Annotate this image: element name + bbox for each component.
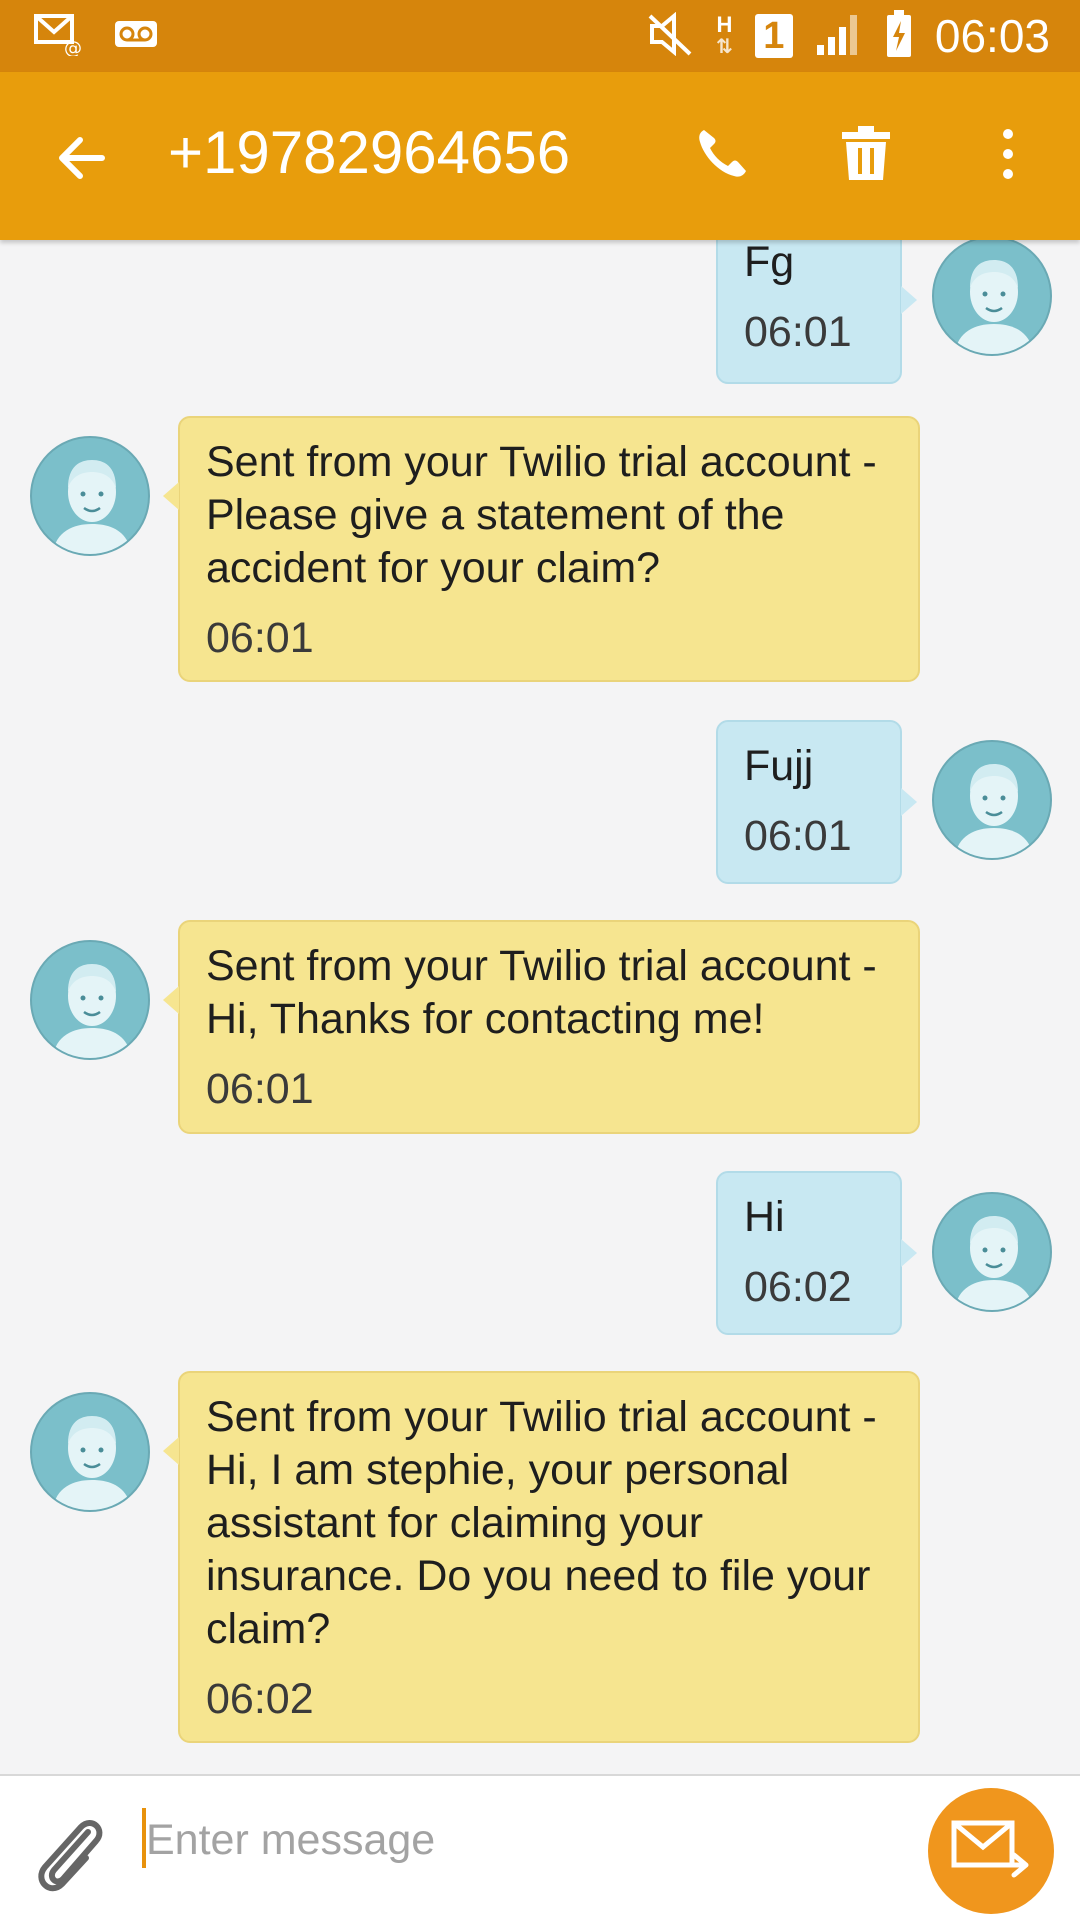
contact-title: +19782964656: [168, 119, 571, 186]
avatar-icon: [30, 940, 150, 1060]
message-bubble-incoming[interactable]: Sent from your Twilio trial account - Hi…: [163, 1371, 920, 1743]
message-bubble-outgoing[interactable]: Fg 06:01: [716, 240, 917, 384]
avatar-icon: [30, 436, 150, 556]
mute-icon: [646, 11, 694, 61]
email-notification-icon: @: [34, 12, 84, 61]
message-time: 06:01: [206, 1065, 314, 1113]
message-text: Fg: [744, 240, 795, 286]
message-composer: [0, 1774, 1080, 1920]
message-text: Sent from your Twilio trial account - Hi…: [206, 942, 889, 1043]
message-time: 06:01: [744, 812, 852, 860]
message-text: Sent from your Twilio trial account - Pl…: [206, 438, 889, 592]
signal-icon: [815, 11, 863, 62]
message-time: 06:02: [744, 1263, 852, 1311]
sim-1-icon: 1: [754, 14, 793, 58]
message-time: 06:02: [206, 1675, 314, 1723]
message-bubble-outgoing[interactable]: Hi 06:02: [716, 1171, 917, 1335]
message-input-wrap: [142, 1802, 902, 1878]
network-activity-arrows: ⇅: [716, 36, 733, 58]
conversation-header: +19782964656: [0, 72, 1080, 240]
message-text: Fujj: [744, 742, 814, 790]
send-message-icon: [950, 1817, 1032, 1886]
avatar-icon: [932, 740, 1052, 860]
more-vert-icon[interactable]: [990, 122, 1026, 186]
status-bar: @ H ⇅ 1 06:03: [0, 0, 1080, 72]
message-text: Hi: [744, 1193, 785, 1241]
back-arrow-icon[interactable]: [52, 126, 116, 190]
status-bar-notifications: @: [34, 12, 158, 60]
phone-icon[interactable]: [690, 122, 754, 186]
battery-charging-icon: [885, 9, 913, 64]
voicemail-icon: [114, 20, 158, 53]
trash-icon[interactable]: [834, 122, 898, 186]
avatar-icon: [932, 240, 1052, 356]
message-bubble-incoming[interactable]: Sent from your Twilio trial account - Hi…: [163, 920, 920, 1134]
message-bubble-outgoing[interactable]: Fujj 06:01: [716, 720, 917, 884]
status-bar-system: H ⇅ 1 06:03: [646, 8, 1050, 64]
message-list[interactable]: Fg 06:01 Sent from your Twilio trial acc…: [0, 240, 1080, 1774]
send-button[interactable]: [928, 1788, 1054, 1914]
avatar-icon: [30, 1392, 150, 1512]
svg-text:@: @: [64, 38, 82, 56]
message-time: 06:01: [206, 614, 314, 662]
message-text: Sent from your Twilio trial account - Hi…: [206, 1393, 889, 1653]
message-bubble-incoming[interactable]: Sent from your Twilio trial account - Pl…: [163, 416, 920, 682]
network-type-label: H: [716, 12, 733, 37]
paperclip-icon[interactable]: [30, 1810, 110, 1896]
message-input[interactable]: [146, 1802, 886, 1878]
message-time: 06:01: [744, 308, 852, 356]
avatar-icon: [932, 1192, 1052, 1312]
network-h-icon: H ⇅: [716, 12, 733, 59]
status-time: 06:03: [934, 10, 1050, 62]
